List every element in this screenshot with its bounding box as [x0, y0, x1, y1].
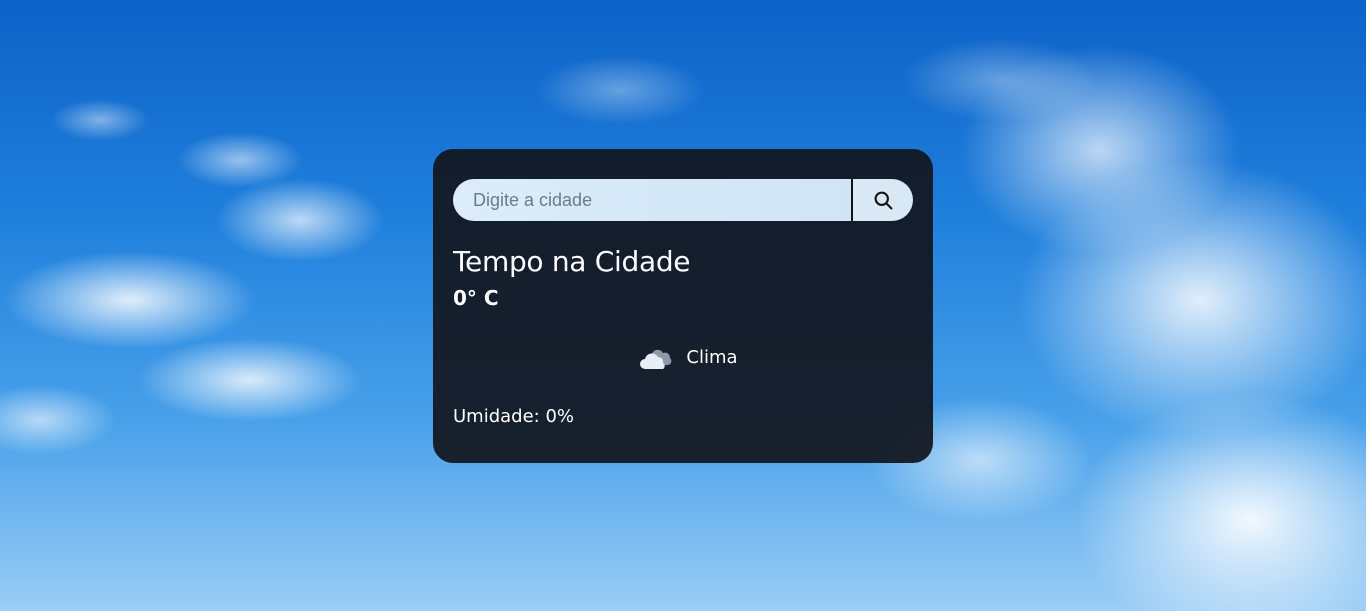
city-title: Tempo na Cidade	[453, 245, 691, 278]
search-bar	[453, 179, 913, 221]
city-search-input[interactable]	[453, 179, 851, 221]
weather-condition: Clima	[453, 343, 913, 373]
cloud-icon	[640, 349, 672, 369]
search-button[interactable]	[853, 179, 913, 221]
weather-card: Tempo na Cidade 0° C Clima Umidade: 0%	[433, 149, 933, 463]
condition-label: Clima	[686, 347, 738, 368]
search-icon	[874, 191, 892, 209]
temperature: 0° C	[453, 286, 499, 310]
humidity: Umidade: 0%	[453, 406, 575, 427]
